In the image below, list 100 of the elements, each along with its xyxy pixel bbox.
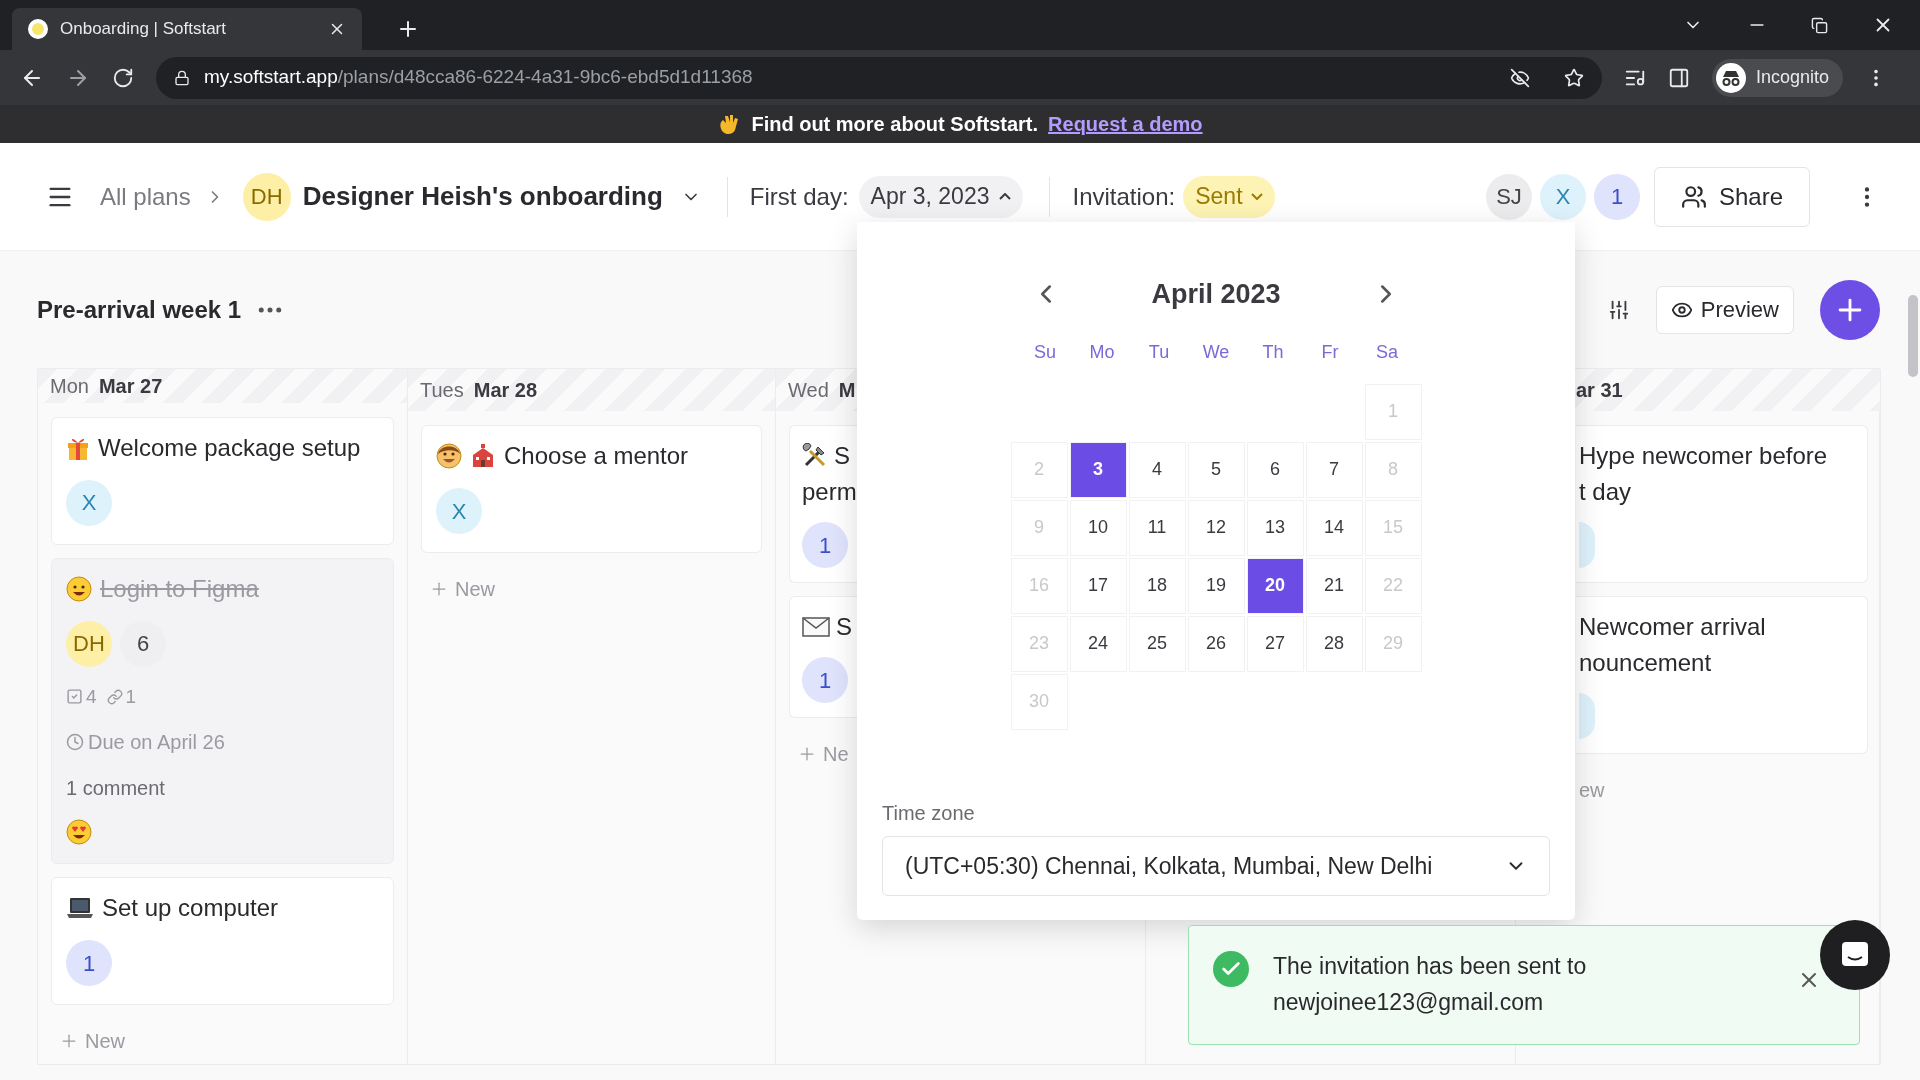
calendar-day[interactable]: 20 [1246,557,1304,614]
weekday-label: We [1201,340,1231,364]
favicon-icon [28,19,48,39]
calendar-day[interactable]: 25 [1128,615,1186,672]
calendar-day[interactable]: 10 [1069,499,1127,556]
incognito-icon [1716,62,1746,93]
member-avatar[interactable]: X [1540,173,1586,220]
calendar-day[interactable]: 12 [1187,499,1245,556]
heart-eyes-face-icon [66,819,92,845]
people-icon [1680,183,1707,210]
calendar-day[interactable]: 14 [1305,499,1363,556]
task-card[interactable]: Welcome package setup X [51,416,394,545]
toast-message: The invitation has been sent to newjoinee123@gmail.com [1273,952,1588,1017]
task-card[interactable]: S perm 1 [789,425,858,583]
tab-title: Onboarding | Softstart [60,18,227,41]
laughing-face-icon [66,575,92,602]
task-title: S [836,612,852,642]
due-date: Due on April 26 [88,730,225,755]
weekday-label: Tues [420,378,464,403]
avatar: X [436,488,482,534]
scrollbar-thumb[interactable] [1908,295,1918,377]
date-label: ar 31 [1576,378,1623,403]
calendar-day[interactable]: 6 [1246,441,1304,498]
week-title: Pre-arrival week 1 [37,294,242,325]
share-button[interactable]: Share [1654,166,1810,227]
link-icon [106,688,123,705]
weekday-label: Mon [50,373,89,399]
comment-count: 1 comment [66,776,166,801]
eye-off-icon[interactable] [1510,67,1530,88]
tools-icon [802,443,828,469]
task-card[interactable]: S 1 [789,596,858,718]
calendar-day[interactable]: 13 [1246,499,1304,556]
boy-face-icon [436,443,462,469]
time-zone-label: Time zone [882,801,976,826]
weekday-label: Wed [788,378,829,403]
avatar: 1 [802,522,848,568]
calendar-day[interactable]: 26 [1187,615,1245,672]
all-plans-link[interactable]: All plans [100,178,191,215]
calendar-day[interactable]: 3 [1069,441,1127,498]
banner-text: Find out more about Softstart. [751,112,1039,137]
task-card[interactable]: Set up computer 1 [51,877,394,1005]
restore-icon[interactable] [1811,16,1828,34]
side-panel-icon[interactable] [1668,66,1690,89]
avatar: 6 [120,620,166,667]
caret-icon [999,193,1012,200]
date-label: M [838,378,856,403]
weekday-label: Sa [1375,340,1399,364]
request-demo-link[interactable]: Request a demo [1048,109,1203,139]
time-zone-select[interactable]: (UTC+05:30) Chennai, Kolkata, Mumbai, New Delhi [882,836,1550,896]
avatar: 1 [66,940,112,986]
member-avatar[interactable]: 1 [1594,173,1640,220]
calendar-day[interactable]: 18 [1128,557,1186,614]
calendar-day[interactable]: 5 [1187,441,1245,498]
weekday-label: Fr [1320,340,1340,364]
laptop-icon [66,897,94,919]
school-building-icon [470,443,496,469]
reload-icon[interactable] [112,66,134,89]
calendar-day[interactable]: 24 [1069,615,1127,672]
envelope-icon [802,617,830,637]
preview-button[interactable]: Preview [1655,285,1794,334]
calendar-day[interactable]: 19 [1187,557,1245,614]
profile-button[interactable]: Incognito [1712,58,1844,97]
task-card[interactable]: Hype newcomer before t day [1576,425,1868,583]
first-day-label: First day: [749,181,849,212]
invitation-status[interactable]: Sent [1183,175,1275,218]
task-title: Welcome package setup [98,432,361,463]
date-label: Mar 27 [98,373,163,399]
task-card[interactable]: Login to Figma DH 6 4 1 Due on April 26 1 comment [51,557,394,864]
calendar-day[interactable]: 4 [1128,441,1186,498]
task-title: Newcomer arrival [1579,612,1766,642]
link-count: 1 [125,684,137,709]
plan-avatar: DH [242,172,291,221]
task-title: t day [1579,477,1632,507]
success-check-icon [1213,951,1249,987]
weekday-label: Su [1033,340,1057,364]
task-title: Hype newcomer before [1579,441,1828,471]
bookmark-star-icon[interactable] [1564,67,1584,88]
calendar-day[interactable]: 7 [1305,441,1363,498]
task-title: Login to Figma [100,573,259,604]
weekday-label: Mo [1088,340,1116,364]
clock-icon [66,733,84,751]
calendar-day[interactable]: 17 [1069,557,1127,614]
task-title: nouncement [1579,648,1712,678]
checklist-count: 4 [86,684,97,709]
avatar: X [66,479,112,526]
address-bar[interactable]: my.softstart.app/plans/d48cca86-6224-4a31-9bc6-ebd5d1d11368 [156,56,1602,99]
task-card[interactable]: Choose a mentor X [421,425,762,553]
calendar-day[interactable]: 11 [1128,499,1186,556]
date-label: Mar 28 [473,378,538,403]
weekday-label: Th [1261,340,1285,364]
calendar-day[interactable]: 21 [1305,557,1363,614]
first-day-picker[interactable]: Apr 3, 2023 [858,175,1024,218]
task-card[interactable]: Newcomer arrival nouncement [1576,596,1868,754]
calendar-day[interactable]: 28 [1305,615,1363,672]
browser-tab[interactable]: Onboarding | Softstart [12,8,362,50]
task-title: perm [802,477,857,507]
task-title: Set up computer [102,893,279,923]
member-avatar[interactable]: SJ [1486,173,1532,220]
calendar-day[interactable]: 27 [1246,615,1304,672]
sliders-icon [1607,298,1630,321]
